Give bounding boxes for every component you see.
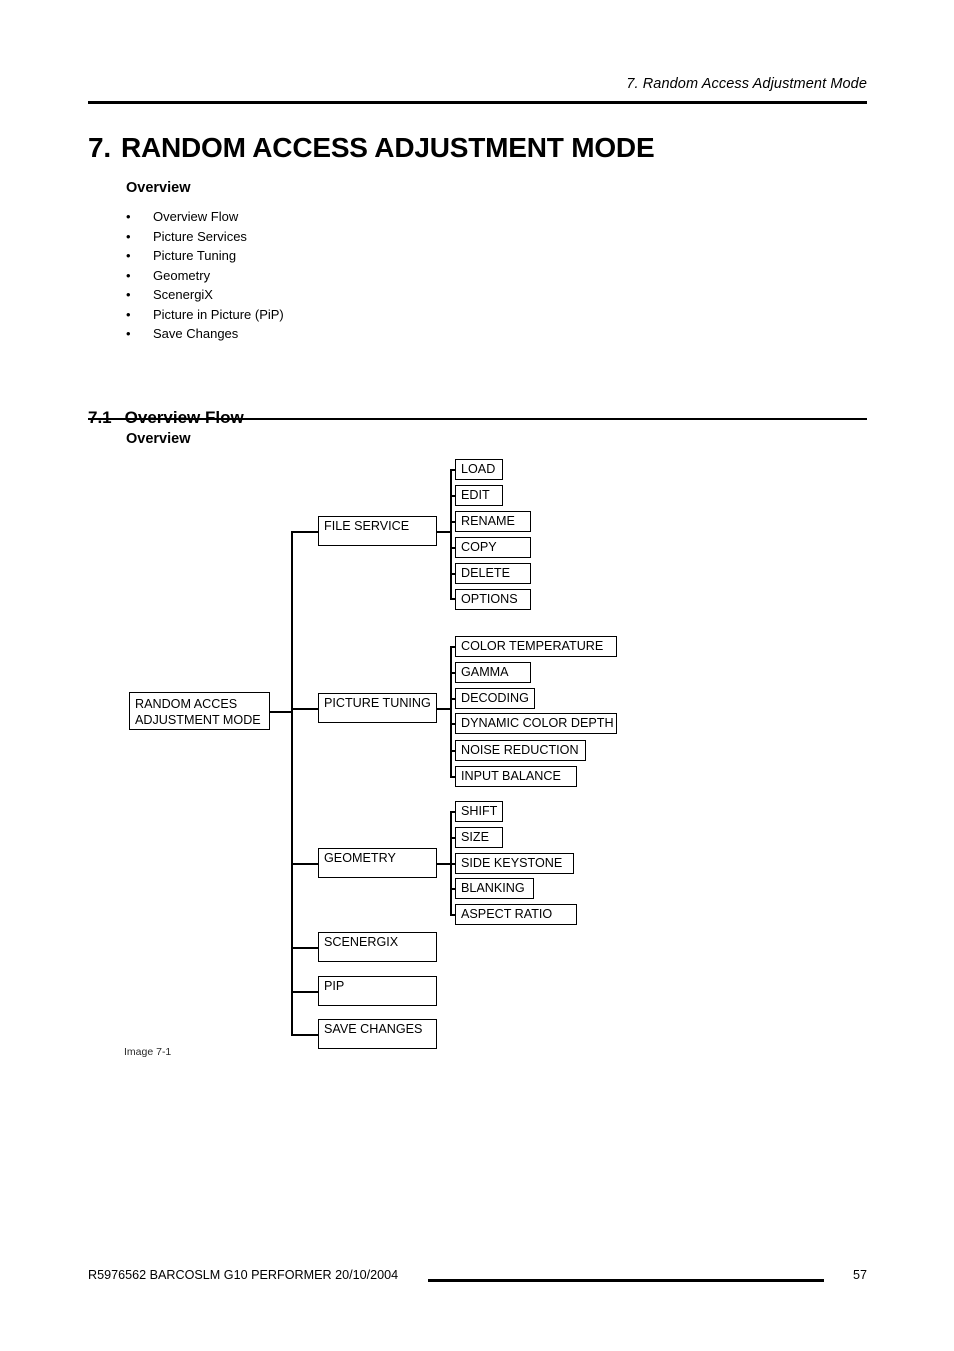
diagram-node-rename: RENAME	[455, 511, 531, 532]
diagram-node-picture-tuning: PICTURE TUNING	[318, 693, 437, 723]
list-item-label: Picture Services	[153, 228, 247, 244]
diagram-node-file-service: FILE SERVICE	[318, 516, 437, 546]
list-item-label: Save Changes	[153, 326, 239, 341]
connector-trunk-to-file-service	[291, 531, 318, 533]
header-rule	[88, 101, 867, 104]
list-item: • Overview Flow	[126, 209, 546, 229]
diagram-node-noise-reduction: NOISE REDUCTION	[455, 740, 586, 761]
list-item: • Save Changes	[126, 326, 546, 346]
list-item-label: Geometry	[153, 267, 211, 283]
diagram-node-save-changes: SAVE CHANGES	[318, 1019, 437, 1049]
diagram-node-size: SIZE	[455, 827, 503, 848]
footer-rule	[428, 1279, 824, 1282]
diagram-node-root: RANDOM ACCES ADJUSTMENT MODE	[129, 692, 270, 730]
list-item-label: Overview Flow	[153, 209, 239, 224]
list-item: • ScenergiX	[126, 287, 546, 307]
diagram-node-label: DECODING	[461, 691, 529, 705]
diagram-node-dynamic-color-depth: DYNAMIC COLOR DEPTH	[455, 713, 617, 734]
bullet-icon: •	[126, 326, 131, 341]
diagram-node-label: BLANKING	[461, 881, 525, 895]
diagram-node-label: INPUT BALANCE	[461, 769, 561, 783]
diagram-node-delete: DELETE	[455, 563, 531, 584]
connector-trunk-to-picture-tuning	[291, 708, 318, 710]
page-number: 57	[852, 1268, 867, 1282]
diagram-node-root-line2: ADJUSTMENT MODE	[135, 713, 261, 728]
diagram-node-edit: EDIT	[455, 485, 503, 506]
diagram-node-label: GAMMA	[461, 665, 509, 679]
chapter-title-text: RANDOM ACCESS ADJUSTMENT MODE	[120, 131, 655, 163]
connector-root-to-trunk	[270, 711, 291, 713]
list-item: • Picture Services	[126, 229, 546, 249]
diagram-node-label: SIDE KEYSTONE	[461, 856, 563, 870]
diagram-node-copy: COPY	[455, 537, 531, 558]
bullet-icon: •	[126, 287, 131, 302]
list-item-label: ScenergiX	[153, 287, 213, 302]
list-item: • Picture Tuning	[126, 248, 546, 268]
diagram-node-blanking: BLANKING	[455, 878, 534, 899]
bullet-icon: •	[126, 209, 131, 224]
chapter-number: 7.	[88, 131, 111, 163]
connector-file-service-to-subtrunk	[437, 531, 450, 533]
diagram-node-load: LOAD	[455, 459, 503, 480]
diagram-node-color-temperature: COLOR TEMPERATURE	[455, 636, 617, 657]
diagram-node-label: ASPECT RATIO	[461, 907, 553, 921]
diagram-node-pip: PIP	[318, 976, 437, 1006]
connector-file-service-subtrunk	[450, 469, 452, 599]
diagram-node-shift: SHIFT	[455, 801, 503, 822]
connector-trunk-to-geometry	[291, 863, 318, 865]
diagram-node-label: SIZE	[461, 830, 489, 844]
diagram-node-side-keystone: SIDE KEYSTONE	[455, 853, 574, 874]
diagram-node-gamma: GAMMA	[455, 662, 531, 683]
diagram-caption: Image 7-1	[124, 1046, 172, 1058]
diagram-node-label: NOISE REDUCTION	[461, 743, 579, 757]
connector-geometry-to-subtrunk	[437, 863, 450, 865]
bullet-icon: •	[126, 228, 131, 244]
diagram-node-label: PICTURE TUNING	[324, 696, 431, 710]
connector-picture-tuning-subtrunk	[450, 646, 452, 776]
diagram-node-label: SAVE CHANGES	[324, 1022, 423, 1036]
diagram-node-label: COLOR TEMPERATURE	[461, 639, 604, 653]
bullet-icon: •	[126, 248, 131, 263]
connector-main-trunk	[291, 531, 293, 1035]
diagram-node-label: SCENERGIX	[324, 935, 399, 949]
footer-text: R5976562 BARCOSLM G10 PERFORMER 20/10/20…	[88, 1268, 399, 1282]
diagram-node-label: EDIT	[461, 488, 490, 502]
list-item-label: Picture in Picture (PiP)	[153, 306, 284, 322]
section-subheading: Overview	[126, 431, 191, 447]
diagram-node-label: PIP	[324, 979, 345, 993]
connector-trunk-to-pip	[291, 991, 318, 993]
diagram-node-aspect-ratio: ASPECT RATIO	[455, 904, 577, 925]
overview-flow-diagram: RANDOM ACCES ADJUSTMENT MODE FILE SERVIC…	[118, 450, 878, 1070]
connector-picture-tuning-to-subtrunk	[437, 708, 450, 710]
diagram-node-scenergix: SCENERGIX	[318, 932, 437, 962]
bullet-icon: •	[126, 267, 131, 283]
diagram-node-label: FILE SERVICE	[324, 519, 410, 533]
overview-list: • Overview Flow • Picture Services • Pic…	[126, 209, 546, 346]
diagram-node-label: RENAME	[461, 514, 515, 528]
list-item: • Geometry	[126, 268, 546, 288]
diagram-node-label: LOAD	[461, 462, 496, 476]
diagram-node-label: DYNAMIC COLOR DEPTH	[461, 716, 614, 730]
running-head: 7. Random Access Adjustment Mode	[626, 76, 867, 92]
section-rule	[88, 418, 867, 420]
diagram-node-label: OPTIONS	[461, 592, 518, 606]
diagram-node-label: DELETE	[461, 566, 510, 580]
diagram-node-root-line1: RANDOM ACCES	[135, 697, 238, 711]
list-item-label: Picture Tuning	[153, 248, 237, 263]
overview-heading: Overview	[126, 180, 191, 196]
bullet-icon: •	[126, 306, 131, 322]
diagram-node-input-balance: INPUT BALANCE	[455, 766, 577, 787]
diagram-node-label: SHIFT	[461, 804, 498, 818]
list-item: • Picture in Picture (PiP)	[126, 307, 546, 327]
diagram-node-decoding: DECODING	[455, 688, 535, 709]
connector-trunk-to-scenergix	[291, 947, 318, 949]
diagram-node-label: GEOMETRY	[324, 851, 396, 865]
connector-trunk-to-save-changes	[291, 1034, 318, 1036]
diagram-node-options: OPTIONS	[455, 589, 531, 610]
diagram-node-geometry: GEOMETRY	[318, 848, 437, 878]
diagram-node-label: COPY	[461, 540, 497, 554]
page-title: 7. RANDOM ACCESS ADJUSTMENT MODE	[88, 131, 655, 164]
